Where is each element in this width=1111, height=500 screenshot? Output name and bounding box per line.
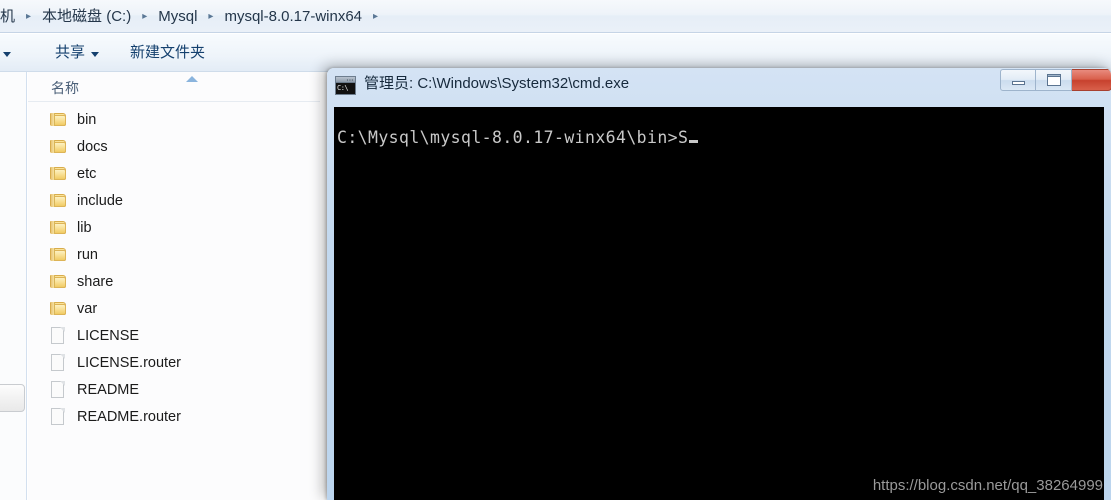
list-item-label: docs — [77, 138, 108, 155]
chevron-down-icon — [91, 52, 100, 57]
close-button[interactable] — [1072, 69, 1111, 91]
breadcrumb-separator-2[interactable]: ▸ — [201, 0, 220, 33]
folder-icon — [50, 247, 67, 262]
folder-icon — [50, 301, 67, 316]
file-list-pane[interactable]: 名称 bin docs etc include lib run share var LICENS… — [28, 72, 320, 500]
list-item-label: run — [77, 246, 98, 263]
watermark-text: https://blog.csdn.net/qq_38264999 — [872, 477, 1103, 494]
list-item[interactable]: LICENSE.router — [28, 349, 320, 376]
list-item[interactable]: lib — [28, 214, 320, 241]
share-label: 共享 — [55, 44, 86, 61]
list-item-label: var — [77, 300, 98, 317]
list-item[interactable]: run — [28, 241, 320, 268]
breadcrumb-item-3[interactable]: mysql-8.0.17-winx64 — [220, 0, 366, 33]
list-item-label: include — [77, 192, 123, 209]
list-item-label: README — [77, 381, 140, 398]
address-bar[interactable]: 机 ▸ 本地磁盘 (C:) ▸ Mysql ▸ mysql-8.0.17-win… — [0, 0, 1111, 33]
new-folder-button[interactable]: 新建文件夹 — [130, 42, 205, 64]
list-item[interactable]: LICENSE — [28, 322, 320, 349]
cmd-window-title: 管理员: C:\Windows\System32\cmd.exe — [364, 75, 630, 92]
console-cursor — [689, 140, 699, 143]
list-item[interactable]: bin — [28, 106, 320, 133]
cmd-icon-dots: ••• — [346, 77, 354, 82]
list-item[interactable]: README.router — [28, 403, 320, 430]
console-output-area[interactable]: C:\Mysql\mysql-8.0.17-winx64\bin>S https… — [334, 107, 1104, 500]
column-header-row: 名称 — [28, 72, 320, 102]
console-prompt-line: C:\Mysql\mysql-8.0.17-winx64\bin>S — [337, 128, 699, 147]
list-item[interactable]: include — [28, 187, 320, 214]
maximize-icon — [1046, 74, 1061, 86]
cmd-icon-body: C:\ — [336, 83, 355, 94]
file-icon — [50, 380, 67, 399]
breadcrumb-separator-1[interactable]: ▸ — [135, 0, 154, 33]
console-prompt-text: C:\Mysql\mysql-8.0.17-winx64\bin>S — [337, 128, 689, 147]
folder-icon — [50, 112, 67, 127]
list-item-label: LICENSE — [77, 327, 140, 344]
breadcrumb-separator-0[interactable]: ▸ — [19, 0, 38, 33]
breadcrumb-item-0[interactable]: 机 — [0, 0, 19, 33]
folder-icon — [50, 166, 67, 181]
command-prompt-window[interactable]: ••• C:\ 管理员: C:\Windows\System32\cmd.exe… — [327, 68, 1111, 500]
organize-button[interactable]: 口 — [0, 42, 12, 64]
list-item[interactable]: etc — [28, 160, 320, 187]
cmd-title-bar[interactable]: ••• C:\ 管理员: C:\Windows\System32\cmd.exe — [327, 68, 1111, 98]
navigation-pane-item[interactable] — [0, 384, 25, 412]
folder-icon — [50, 193, 67, 208]
list-item[interactable]: var — [28, 295, 320, 322]
list-item-label: bin — [77, 111, 97, 128]
list-item-label: README.router — [77, 408, 181, 425]
breadcrumb: 机 ▸ 本地磁盘 (C:) ▸ Mysql ▸ mysql-8.0.17-win… — [0, 0, 385, 33]
list-item[interactable]: README — [28, 376, 320, 403]
sort-ascending-icon[interactable] — [186, 76, 198, 82]
list-item-label: share — [77, 273, 114, 290]
cmd-icon: ••• C:\ — [335, 76, 356, 95]
maximize-button[interactable] — [1036, 69, 1072, 91]
new-folder-label: 新建文件夹 — [130, 44, 206, 61]
navigation-pane[interactable] — [0, 72, 27, 500]
column-header-name[interactable]: 名称 — [51, 78, 79, 98]
share-button[interactable]: 共享 — [55, 42, 100, 64]
folder-icon — [50, 139, 67, 154]
breadcrumb-item-1[interactable]: 本地磁盘 (C:) — [38, 0, 135, 33]
breadcrumb-separator-3[interactable]: ▸ — [366, 0, 385, 33]
list-item[interactable]: docs — [28, 133, 320, 160]
folder-icon — [50, 220, 67, 235]
file-icon — [50, 353, 67, 372]
window-controls — [1000, 69, 1111, 93]
list-item-label: lib — [77, 219, 92, 236]
file-icon — [50, 407, 67, 426]
file-icon — [50, 326, 67, 345]
list-item-label: etc — [77, 165, 97, 182]
breadcrumb-item-2[interactable]: Mysql — [154, 0, 201, 33]
minimize-button[interactable] — [1000, 69, 1036, 91]
file-list: bin docs etc include lib run share var LICENSE LI… — [28, 106, 320, 430]
list-item[interactable]: share — [28, 268, 320, 295]
list-item-label: LICENSE.router — [77, 354, 181, 371]
chevron-down-icon — [3, 52, 12, 57]
folder-icon — [50, 274, 67, 289]
explorer-toolbar: 口 共享 新建文件夹 — [0, 34, 1111, 72]
minimize-icon — [1011, 81, 1025, 85]
